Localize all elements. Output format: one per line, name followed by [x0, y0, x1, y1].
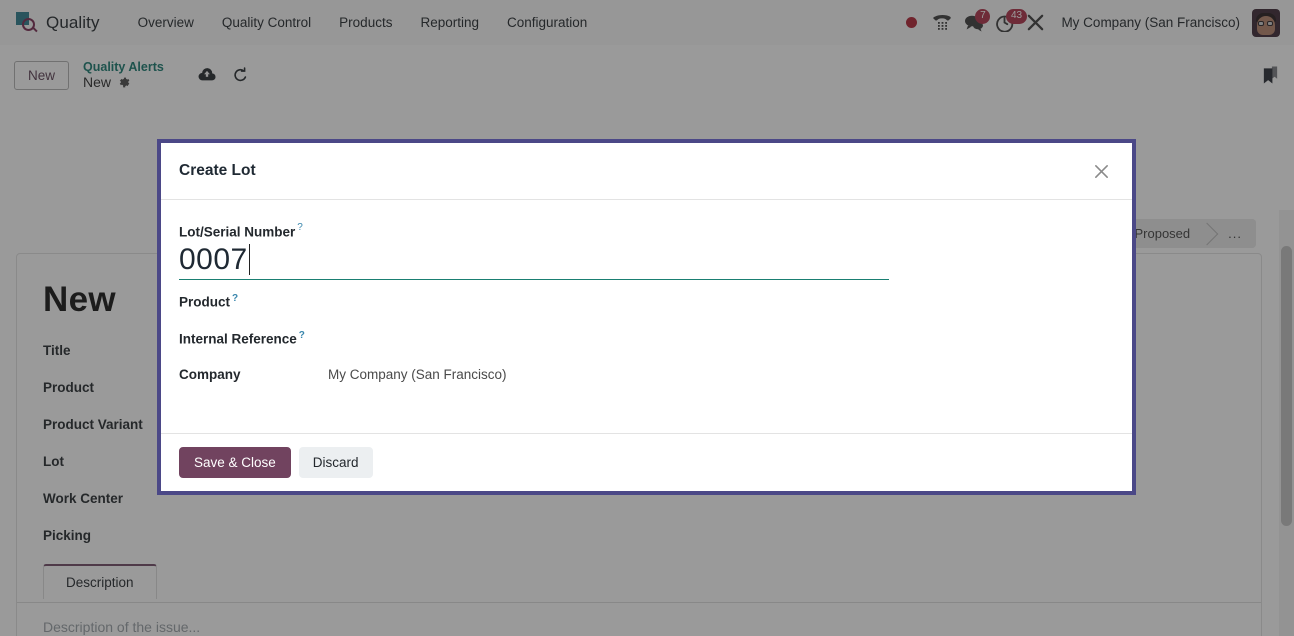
lot-serial-number-label: Lot/Serial Number	[179, 224, 296, 240]
close-icon[interactable]	[1088, 158, 1114, 184]
app-root: Quality Overview Quality Control Product…	[0, 0, 1294, 636]
company-value[interactable]: My Company (San Francisco)	[328, 367, 507, 382]
lot-serial-number-input[interactable]: 0007	[179, 243, 889, 281]
company-label: Company	[179, 367, 241, 383]
dialog-header: Create Lot	[161, 143, 1132, 200]
internal-reference-label: Internal Reference	[179, 331, 297, 347]
discard-button[interactable]: Discard	[298, 447, 373, 478]
create-lot-dialog: Create Lot Lot/Serial Number? 0007 Produ…	[157, 139, 1136, 495]
save-and-close-button[interactable]: Save & Close	[179, 447, 291, 478]
lot-serial-number-field: Lot/Serial Number? 0007	[179, 222, 1114, 281]
product-label: Product	[179, 294, 231, 310]
internal-reference-field-row: Internal Reference?	[179, 319, 1114, 356]
dialog-title: Create Lot	[179, 162, 256, 179]
internal-reference-label-wrap: Internal Reference?	[179, 330, 328, 347]
dialog-body: Lot/Serial Number? 0007 Product? Interna…	[161, 200, 1132, 433]
help-icon[interactable]: ?	[297, 222, 303, 233]
help-icon[interactable]: ?	[299, 330, 305, 341]
company-field-row: Company My Company (San Francisco)	[179, 356, 1114, 393]
help-icon[interactable]: ?	[232, 293, 238, 304]
lot-serial-number-label-row: Lot/Serial Number?	[179, 222, 1114, 241]
product-field-row: Product?	[179, 282, 1114, 319]
dialog-footer: Save & Close Discard	[161, 433, 1132, 491]
lot-serial-number-value: 0007	[179, 243, 248, 277]
product-label-wrap: Product?	[179, 293, 328, 310]
text-caret	[248, 244, 251, 276]
